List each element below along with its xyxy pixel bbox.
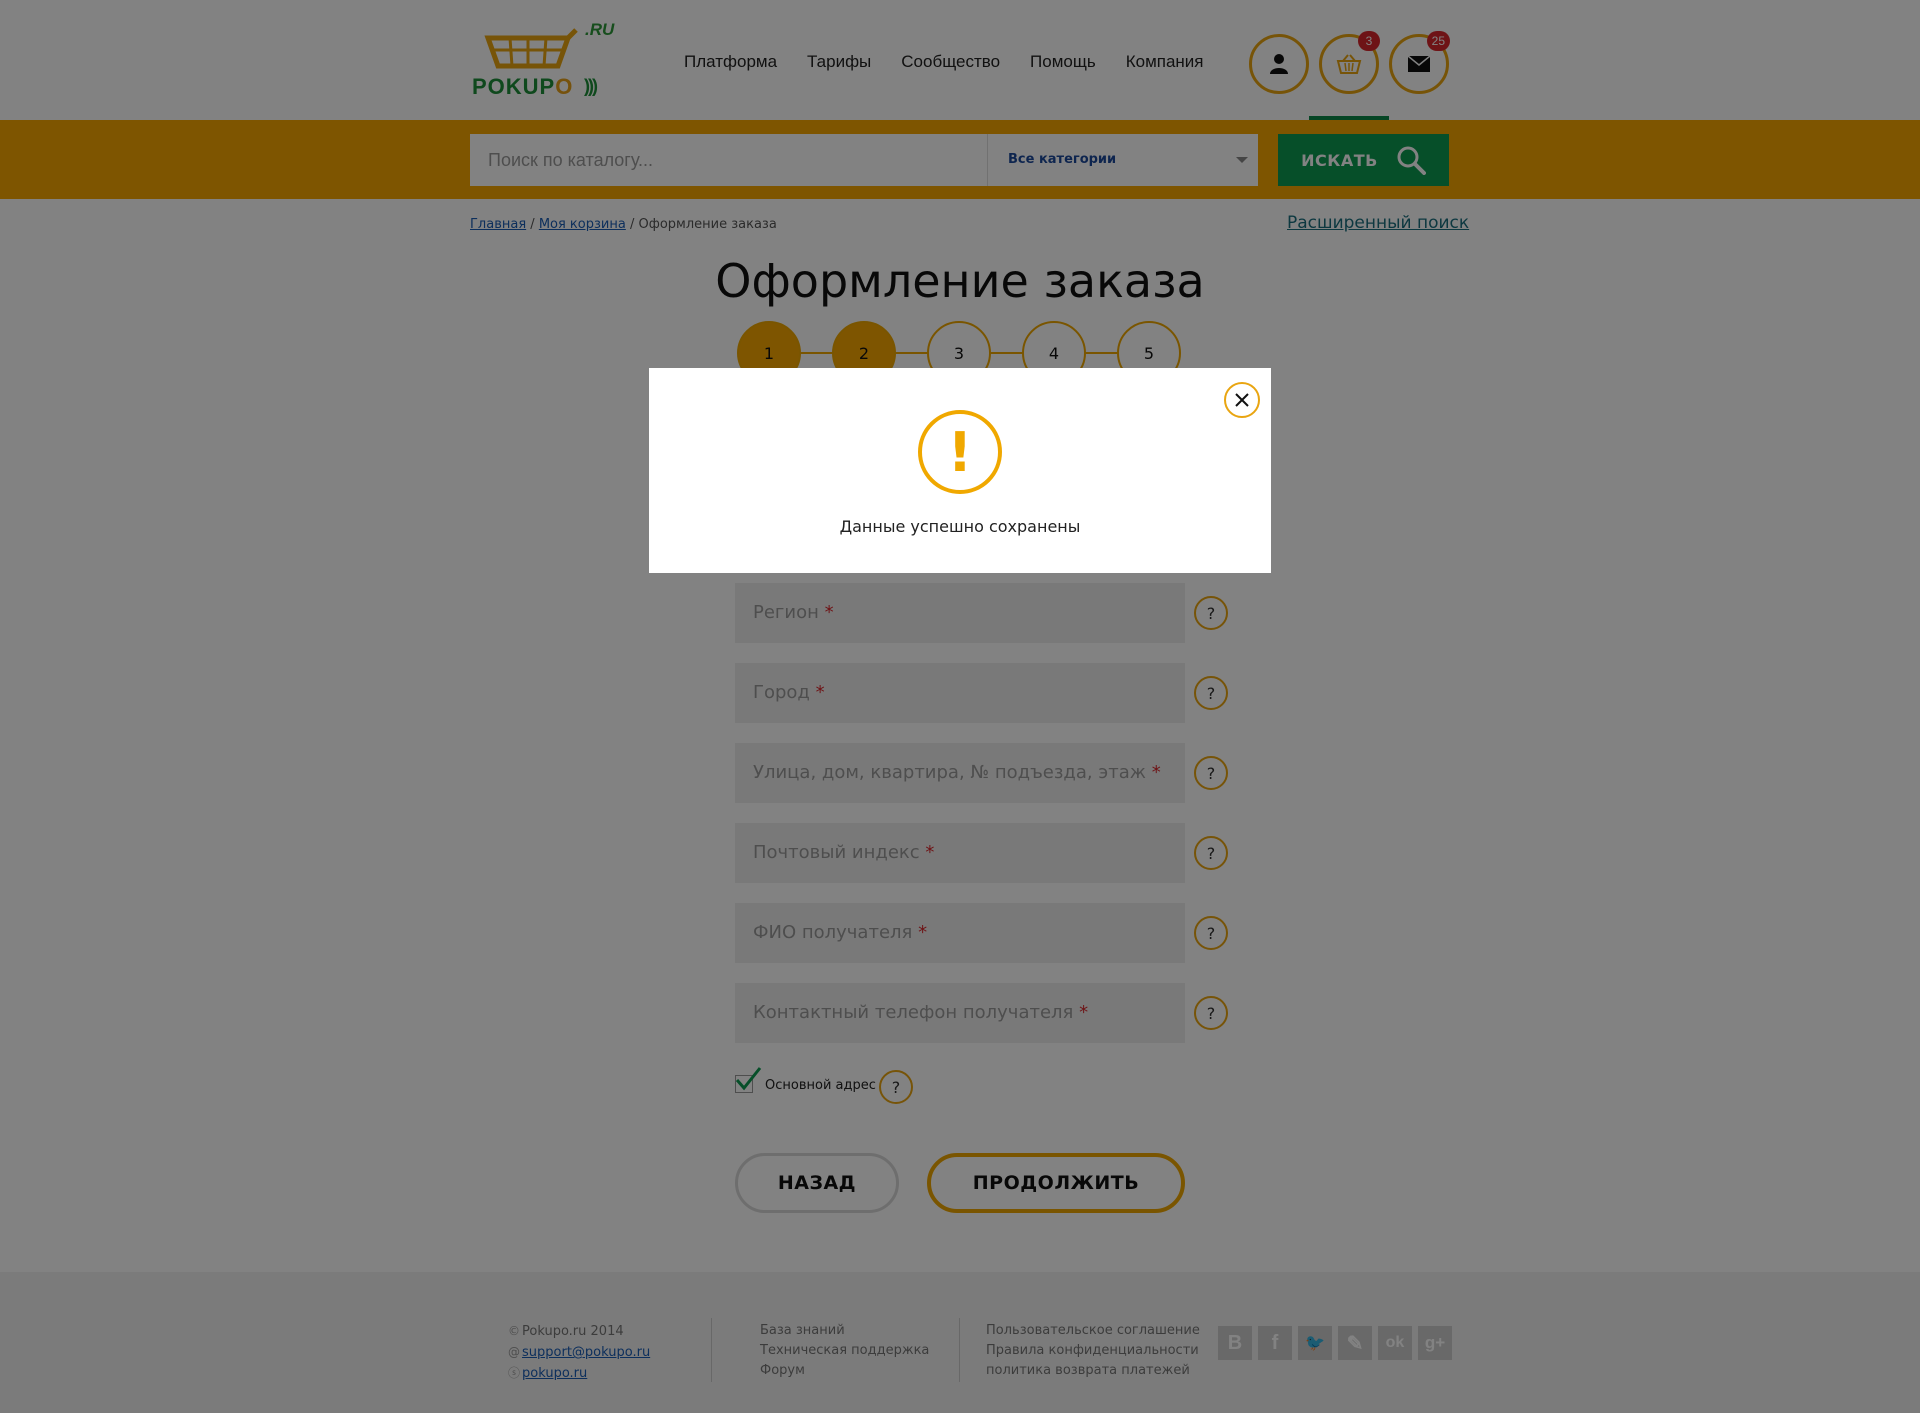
close-button[interactable] — [1224, 382, 1260, 418]
success-dialog: ! Данные успешно сохранены — [649, 368, 1271, 573]
warning-icon: ! — [918, 410, 1002, 494]
dialog-message: Данные успешно сохранены — [839, 517, 1081, 536]
close-icon — [1235, 393, 1249, 407]
modal-backdrop[interactable] — [0, 0, 1920, 1413]
